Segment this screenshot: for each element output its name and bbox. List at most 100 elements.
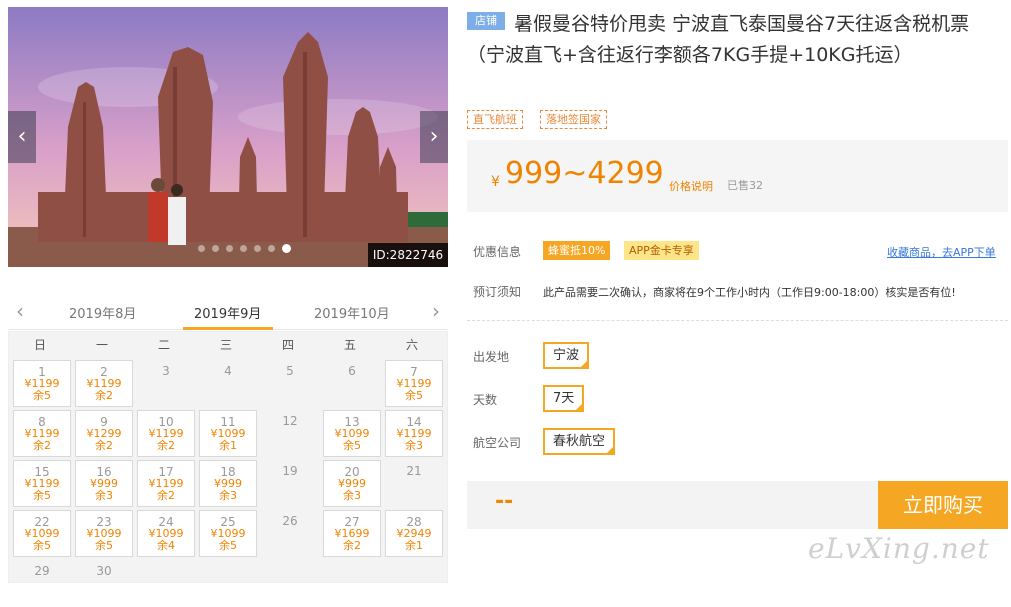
day-number: 29	[34, 564, 50, 578]
calendar-day-cell[interactable]: 22 ¥1099 余5	[13, 510, 71, 557]
price-currency: ¥	[491, 174, 500, 190]
day-stock: 余3	[405, 439, 423, 452]
product-image-gallery[interactable]: ‹ › ID:2822746	[8, 7, 448, 267]
calendar-day-cell[interactable]: 25 ¥1099 余5	[199, 510, 257, 557]
calendar-day-cell[interactable]: 20 ¥999 余3	[323, 460, 381, 507]
price-calendar: 日 一 二 三 四 五 六 1 ¥1199 余5 2 ¥1199 余2 3 4 5 6 7 ¥1199…	[8, 331, 448, 583]
day-stock: 余3	[343, 489, 361, 502]
calendar-day-cell[interactable]: 9 ¥1299 余2	[75, 410, 133, 457]
gallery-pagination	[198, 244, 291, 253]
calendar-day-cell: 12	[261, 410, 319, 457]
days-option[interactable]: 7天	[543, 385, 585, 412]
notice-label: 预订须知	[473, 285, 522, 299]
price-explain-link[interactable]: 价格说明	[669, 178, 713, 194]
calendar-day-cell: 29	[13, 560, 71, 607]
calendar-day-cell[interactable]: 18 ¥999 余3	[199, 460, 257, 507]
airline-option[interactable]: 春秋航空	[543, 428, 616, 455]
departure-option[interactable]: 宁波	[543, 342, 590, 369]
weekday-label: 六	[405, 338, 418, 352]
calendar-day-cell: 5	[261, 360, 319, 407]
gallery-prev-button[interactable]: ‹	[8, 111, 36, 163]
product-id-badge: ID:2822746	[368, 243, 448, 267]
buy-now-button[interactable]: 立即购买	[878, 481, 1008, 529]
purchase-bar: -- 立即购买	[467, 481, 1008, 529]
day-number: 26	[282, 514, 298, 528]
calendar-day-cell: 6	[323, 360, 381, 407]
day-stock: 余2	[95, 389, 113, 402]
calendar-day-cell[interactable]: 2 ¥1199 余2	[75, 360, 133, 407]
chevron-right-icon[interactable]: ›	[432, 299, 440, 323]
day-stock: 余5	[33, 539, 51, 552]
gallery-dot[interactable]	[268, 245, 275, 252]
gallery-dot[interactable]	[254, 245, 261, 252]
feature-tag-visa-on-arrival: 落地签国家	[540, 110, 607, 129]
calendar-day-cell[interactable]: 28 ¥2949 余1	[385, 510, 443, 557]
weekday-label: 三	[219, 338, 232, 352]
day-stock: 余2	[343, 539, 361, 552]
calendar-day-cell: 21	[385, 460, 443, 507]
calendar-day-cell[interactable]: 17 ¥1199 余2	[137, 460, 195, 507]
day-number: 12	[282, 414, 298, 428]
weekday-label: 二	[157, 338, 170, 352]
calendar-day-cell: 4	[199, 360, 257, 407]
calendar-day-cell[interactable]: 1 ¥1199 余5	[13, 360, 71, 407]
calendar-day-cell[interactable]: 13 ¥1099 余5	[323, 410, 381, 457]
promo-tag-honey: 蜂蜜抵10%	[543, 241, 611, 260]
calendar-weekday-header: 日 一 二 三 四 五 六	[9, 332, 449, 356]
feature-tag-direct-flight: 直飞航班	[467, 110, 523, 129]
calendar-day-cell: 3	[137, 360, 195, 407]
calendar-day-cell[interactable]: 10 ¥1199 余2	[137, 410, 195, 457]
day-stock: 余2	[33, 439, 51, 452]
day-stock: 余1	[405, 539, 423, 552]
chevron-left-icon[interactable]: ‹	[16, 299, 24, 323]
weekday-label: 四	[281, 338, 294, 352]
site-watermark: eLvXing.net	[808, 532, 990, 565]
divider	[467, 320, 1008, 321]
day-stock: 余2	[157, 439, 175, 452]
gallery-dot[interactable]	[198, 245, 205, 252]
calendar-next-month[interactable]: 2019年10月	[314, 303, 390, 322]
day-number: 30	[96, 564, 112, 578]
day-number: 5	[286, 364, 294, 378]
gallery-dot[interactable]	[226, 245, 233, 252]
calendar-day-cell[interactable]: 24 ¥1099 余4	[137, 510, 195, 557]
favorite-app-link[interactable]: 收藏商品，去APP下单	[887, 244, 996, 260]
gallery-next-button[interactable]: ›	[420, 111, 448, 163]
gallery-dot-active[interactable]	[282, 244, 291, 253]
promo-tag-app-gold: APP金卡专享	[624, 241, 699, 260]
day-stock: 余2	[95, 439, 113, 452]
booking-notice-text: 此产品需要二次确认，商家将在9个工作小时内（工作日9:00-18:00）核实是否…	[543, 286, 956, 299]
calendar-day-cell[interactable]: 15 ¥1199 余5	[13, 460, 71, 507]
day-stock: 余5	[33, 389, 51, 402]
calendar-day-cell[interactable]: 14 ¥1199 余3	[385, 410, 443, 457]
day-number: 6	[348, 364, 356, 378]
gallery-dot[interactable]	[240, 245, 247, 252]
calendar-day-cell[interactable]: 7 ¥1199 余5	[385, 360, 443, 407]
day-stock: 余5	[343, 439, 361, 452]
calendar-day-cell[interactable]: 23 ¥1099 余5	[75, 510, 133, 557]
calendar-prev-month[interactable]: 2019年8月	[69, 303, 136, 322]
calendar-day-cell: 30	[75, 560, 133, 607]
departure-label: 出发地	[473, 350, 510, 364]
calendar-day-cell[interactable]: 16 ¥999 余3	[75, 460, 133, 507]
calendar-day-cell[interactable]: 8 ¥1199 余2	[13, 410, 71, 457]
weekday-label: 日	[33, 338, 46, 352]
weekday-label: 五	[343, 338, 356, 352]
calendar-current-month[interactable]: 2019年9月	[194, 303, 261, 322]
active-month-indicator	[183, 327, 273, 330]
calendar-month-nav: ‹ 2019年8月 2019年9月 2019年10月 ›	[8, 296, 448, 330]
price-box: ¥ 999~4299 价格说明 已售32	[467, 140, 1008, 212]
gallery-dot[interactable]	[212, 245, 219, 252]
day-number: 3	[162, 364, 170, 378]
calendar-day-cell[interactable]: 11 ¥1099 余1	[199, 410, 257, 457]
product-title: 暑假曼谷特价甩卖 宁波直飞泰国曼谷7天往返含税机票（宁波直飞+含往返行李额各7K…	[467, 13, 970, 66]
days-label: 天数	[473, 393, 498, 407]
day-stock: 余5	[219, 539, 237, 552]
price-range: 999~4299	[505, 156, 664, 191]
sold-count: 已售32	[727, 179, 763, 192]
day-stock: 余3	[219, 489, 237, 502]
calendar-day-cell[interactable]: 27 ¥1699 余2	[323, 510, 381, 557]
day-stock: 余5	[33, 489, 51, 502]
airline-label: 航空公司	[473, 436, 522, 450]
day-stock: 余3	[95, 489, 113, 502]
